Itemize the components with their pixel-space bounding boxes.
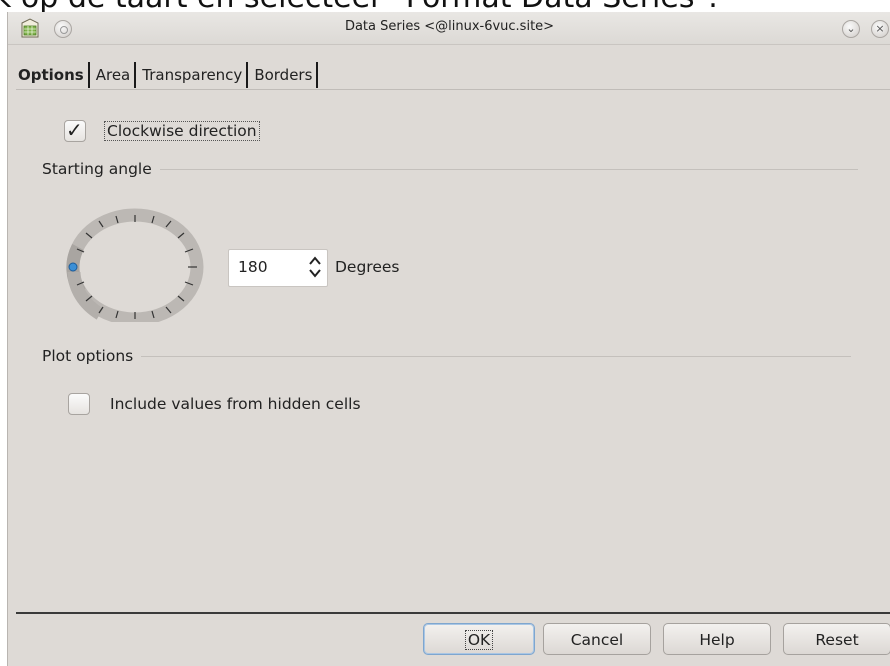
button-area-divider <box>16 612 890 614</box>
degrees-spinbox[interactable]: 180 <box>228 249 328 287</box>
clockwise-direction-checkbox[interactable]: ✓ <box>64 118 86 142</box>
include-hidden-label[interactable]: Include values from hidden cells <box>110 395 361 413</box>
angle-dial-handle <box>68 262 78 272</box>
degrees-value[interactable]: 180 <box>238 258 268 276</box>
ok-button-label: OK <box>464 630 494 650</box>
reset-button[interactable]: Reset <box>783 623 890 655</box>
include-hidden-checkbox[interactable] <box>68 393 90 415</box>
cancel-button-label: Cancel <box>570 631 624 649</box>
cancel-button[interactable]: Cancel <box>543 623 651 655</box>
clockwise-direction-label[interactable]: Clockwise direction <box>104 121 260 141</box>
data-series-dialog: Data Series <@linux-6vuc.site> ⌄ × Optio… <box>7 12 890 666</box>
plot-options-rule <box>141 355 852 357</box>
help-button[interactable]: Help <box>663 623 771 655</box>
starting-angle-heading: Starting angle <box>42 160 152 178</box>
spin-arrows-icon[interactable] <box>307 253 323 281</box>
window-title: Data Series <@linux-6vuc.site> <box>344 19 555 34</box>
tab-transparency[interactable]: Transparency <box>138 62 249 88</box>
plot-options-heading: Plot options <box>42 347 134 365</box>
tab-bar: Options Area Transparency Borders <box>16 60 320 88</box>
plot-options-section: Plot options <box>42 346 852 366</box>
help-button-label: Help <box>699 631 735 649</box>
tab-panel-divider <box>16 89 890 90</box>
starting-angle-rule <box>159 168 858 170</box>
tab-borders[interactable]: Borders <box>250 62 319 88</box>
title-bar[interactable]: Data Series <@linux-6vuc.site> ⌄ × <box>8 12 890 45</box>
angle-dial[interactable] <box>60 202 210 322</box>
close-icon[interactable]: × <box>871 20 889 38</box>
tab-options[interactable]: Options <box>16 62 90 88</box>
checkmark-icon: ✓ <box>66 118 83 142</box>
degrees-label: Degrees <box>335 258 400 276</box>
minimize-icon[interactable]: ⌄ <box>842 20 860 38</box>
starting-angle-section: Starting angle <box>42 159 858 179</box>
tab-area[interactable]: Area <box>92 62 137 88</box>
ok-button[interactable]: OK <box>423 623 535 655</box>
clockwise-direction-row[interactable]: ✓ Clockwise direction <box>64 118 260 142</box>
reset-button-label: Reset <box>815 631 859 649</box>
include-hidden-row[interactable]: Include values from hidden cells <box>68 393 361 415</box>
